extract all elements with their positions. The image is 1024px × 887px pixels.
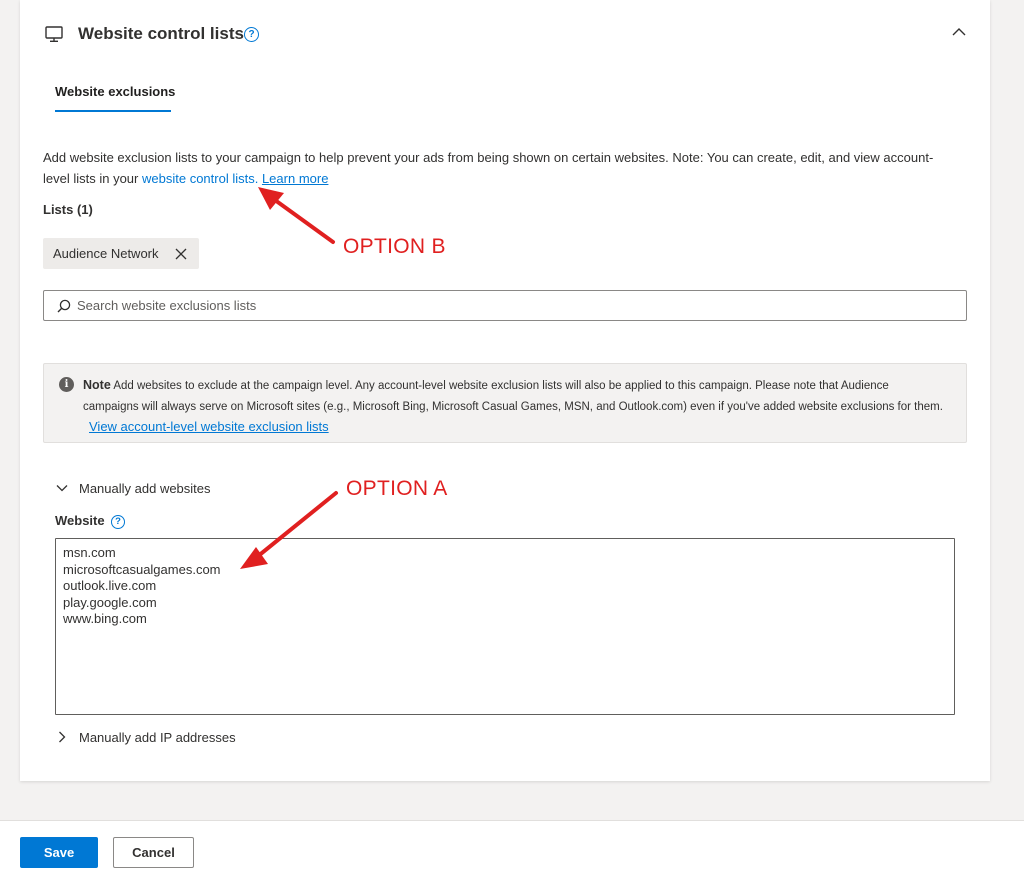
learn-more-link[interactable]: Learn more (262, 171, 328, 186)
note-body: Add websites to exclude at the campaign … (83, 380, 943, 413)
help-icon[interactable]: ? (111, 515, 125, 529)
chevron-up-icon[interactable] (951, 26, 967, 38)
website-field-label: Website (55, 513, 105, 528)
chip-label: Audience Network (53, 246, 159, 261)
search-box (43, 290, 967, 321)
monitor-icon (45, 26, 63, 42)
option-a-label: OPTION A (346, 477, 448, 500)
description-text: Add website exclusion lists to your camp… (43, 147, 943, 189)
help-icon[interactable]: ? (244, 27, 259, 42)
manually-add-ip-addresses-toggle[interactable]: Manually add IP addresses (55, 728, 236, 748)
websites-textarea[interactable] (55, 538, 955, 715)
expander-label: Manually add websites (79, 481, 211, 496)
chevron-down-icon (56, 485, 68, 492)
lists-count-label: Lists (1) (43, 202, 93, 217)
close-icon[interactable] (174, 247, 188, 261)
view-account-level-lists-link[interactable]: View account-level website exclusion lis… (89, 419, 329, 434)
manually-add-websites-toggle[interactable]: Manually add websites (55, 479, 211, 499)
option-b-label: OPTION B (343, 235, 446, 258)
cancel-button[interactable]: Cancel (113, 837, 194, 868)
save-button[interactable]: Save (20, 837, 98, 868)
section-title: Website control lists (78, 24, 244, 43)
expander-label: Manually add IP addresses (79, 730, 236, 745)
info-icon: i (59, 377, 74, 392)
tab-selected-indicator (55, 110, 171, 112)
search-input[interactable] (77, 291, 937, 320)
chevron-right-icon (59, 731, 66, 743)
tab-website-exclusions[interactable]: Website exclusions (55, 84, 175, 99)
website-control-lists-link[interactable]: website control lists. (142, 171, 258, 186)
note-text: Note Add websites to exclude at the camp… (83, 375, 943, 439)
note-title: Note (83, 378, 111, 392)
search-icon (57, 299, 71, 313)
note-message-bar: i Note Add websites to exclude at the ca… (43, 363, 967, 443)
